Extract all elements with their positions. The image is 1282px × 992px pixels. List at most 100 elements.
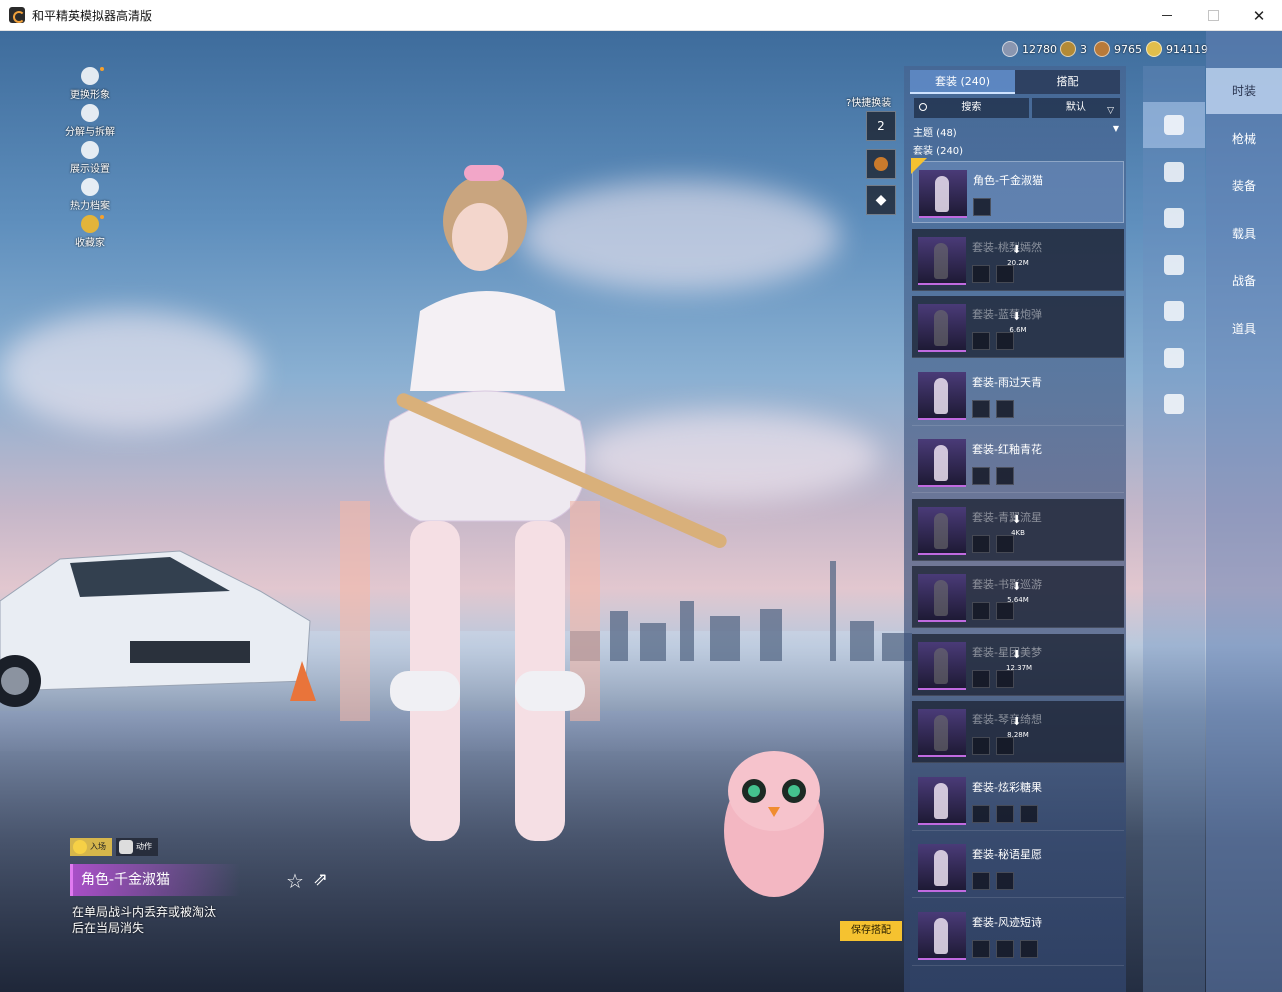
side-tab[interactable]: 装备 (1206, 163, 1282, 209)
avatar-icon (81, 67, 99, 85)
flame-icon (81, 178, 99, 196)
puzzle-icon (81, 104, 99, 122)
download-button[interactable]: 4KB (1006, 513, 1030, 537)
search-input[interactable]: 搜索 (914, 98, 1029, 118)
window-titlebar: 和平精英模拟器高清版 ✕ (0, 0, 1282, 31)
download-size: 20.2M (1007, 258, 1029, 267)
download-button[interactable]: 5.64M (1006, 580, 1030, 604)
left-menu: 更换形象 分解与拆解 展示设置 热力档案 收藏家 (58, 67, 128, 252)
outfit-part-icon (996, 737, 1014, 755)
outfit-list-item[interactable]: 套装-红釉青花 (912, 431, 1124, 493)
side-tab[interactable]: 载具 (1206, 211, 1282, 257)
window-title: 和平精英模拟器高清版 (32, 8, 153, 23)
tab-combos[interactable]: 搭配 (1015, 70, 1120, 94)
category-top-outfit[interactable] (1143, 288, 1205, 334)
outfit-list-item[interactable]: 套装-星团美梦12.37M (912, 633, 1124, 696)
category-shoes[interactable] (1143, 381, 1205, 427)
category-cap[interactable] (1143, 149, 1205, 195)
outfit-part-icon (972, 332, 990, 350)
gold-token-icon (1060, 41, 1076, 57)
outfit-list-item[interactable]: 角色-千金淑猫 (911, 158, 1124, 223)
outfit-part-icon (1020, 939, 1038, 958)
download-button[interactable]: 20.2M (1006, 243, 1030, 267)
outfit-list-item[interactable]: 套装-琴音绮想8.28M (912, 701, 1124, 763)
save-combo-button[interactable]: 保存搭配 (840, 921, 902, 941)
notification-dot (100, 67, 104, 71)
category-mask[interactable] (1143, 242, 1205, 288)
outfit-list-item[interactable]: 套装-秘语星愿 (912, 836, 1124, 898)
download-size: 4KB (1011, 528, 1025, 537)
outfit-list-item[interactable]: 套装-桃梨嫣然20.2M (912, 228, 1124, 291)
menu-change-avatar[interactable]: 更换形象 (58, 67, 122, 104)
outfit-list-item[interactable]: 套装-雨过天青 (912, 364, 1124, 426)
outfit-thumbnail (918, 709, 966, 757)
suit-count: 套装 (240) (913, 146, 964, 157)
side-tab[interactable]: 道具 (1206, 306, 1282, 352)
sports-car (0, 550, 316, 707)
theme-filter[interactable]: 主题 (48) ▼ (913, 124, 1119, 139)
collector-icon (81, 215, 99, 233)
minimize-button[interactable] (1144, 0, 1190, 31)
maximize-button[interactable] (1190, 0, 1236, 31)
side-tab[interactable]: 战备 (1206, 258, 1282, 304)
currency-value: 914119 (1166, 42, 1208, 56)
game-viewport: 12780 3 9765 914119 更换形象 分解与拆解 展示设置 热力档案 (0, 31, 1282, 992)
category-full-body[interactable] (1143, 102, 1205, 148)
outfit-thumbnail (919, 170, 967, 218)
silver-coin-icon (1002, 41, 1018, 57)
outfit-part-icon (973, 198, 991, 216)
tab-suits[interactable]: 套装 (240) (910, 70, 1015, 94)
quick-slot-outfit[interactable]: 2 (866, 111, 896, 141)
menu-heat-archive[interactable]: 热力档案 (58, 178, 122, 215)
menu-collector[interactable]: 收藏家 (58, 215, 122, 252)
top-outfit-icon (1164, 301, 1184, 321)
currency-value: 9765 (1114, 42, 1142, 56)
outfit-part-icon (996, 399, 1014, 418)
outfit-part-icon (972, 939, 990, 958)
outfit-part-icon (996, 669, 1014, 688)
sort-select[interactable]: 默认 ▽ (1031, 98, 1120, 118)
outfit-list-item[interactable]: 套装-蓝莓炮弹6.6M (912, 296, 1124, 358)
selected-item-description: 在单局战斗内丢弃或被淘汰后在当局消失 (72, 905, 217, 935)
pants-icon (1164, 347, 1184, 368)
outfit-list-item[interactable]: 套装-书影巡游5.64M (912, 566, 1124, 628)
menu-decompose[interactable]: 分解与拆解 (58, 104, 122, 141)
outfit-name: 角色-千金淑猫 (973, 174, 1043, 187)
share-icon[interactable]: ⇗ (313, 869, 328, 890)
chip-entrance[interactable]: 入场 (70, 838, 112, 856)
download-icon (1012, 243, 1023, 257)
close-window-button[interactable]: ✕ (1236, 0, 1282, 31)
download-button[interactable]: 8.28M (1006, 715, 1030, 739)
download-size: 8.28M (1007, 731, 1029, 739)
outfit-part-icon (972, 872, 990, 890)
download-button[interactable]: 6.6M (1006, 310, 1030, 334)
chevron-down-icon: ▽ (1107, 106, 1114, 116)
menu-display-settings[interactable]: 展示设置 (58, 141, 122, 178)
outfit-list-item[interactable]: 套装-炫彩糖果 (912, 769, 1124, 831)
search-icon (919, 103, 927, 111)
download-button[interactable]: 12.37M (1006, 648, 1032, 672)
download-icon (1012, 648, 1023, 662)
currency-bronze: 9765 (1094, 39, 1142, 59)
diamond-icon: ◆ (875, 192, 887, 208)
quick-slot-badge[interactable] (866, 149, 896, 179)
search-row: 搜索 默认 ▽ (914, 98, 1120, 118)
side-tab[interactable]: 时装 (1206, 68, 1282, 114)
side-tab[interactable]: 枪械 (1206, 116, 1282, 162)
outfit-list-item[interactable]: 套装-青翼流星4KB (912, 498, 1124, 561)
outfit-part-icon (972, 669, 990, 688)
outfit-part-icon (996, 804, 1014, 823)
quick-change-label[interactable]: ?快捷换装 (846, 94, 891, 109)
outfit-thumbnail (918, 911, 966, 960)
favorite-star-icon[interactable]: ☆ (286, 869, 304, 893)
pet-bird (724, 751, 824, 897)
download-icon (1012, 715, 1023, 729)
chip-action[interactable]: 动作 (116, 838, 158, 856)
category-pants[interactable] (1143, 335, 1205, 381)
outfit-part-icon (996, 872, 1014, 890)
category-goggles[interactable] (1143, 195, 1205, 241)
outfit-thumbnail (918, 506, 966, 555)
quick-slot-diamond[interactable]: ◆ (866, 185, 896, 215)
outfit-thumbnail (918, 641, 966, 690)
outfit-list-item[interactable]: 套装-风迹短诗 (912, 904, 1124, 966)
